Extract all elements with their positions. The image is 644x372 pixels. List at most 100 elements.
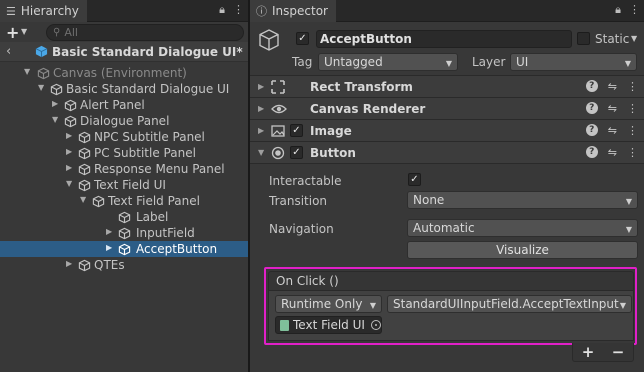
component-rect-transform[interactable]: ▶ Rect Transform ? ⇋ ⋮: [250, 76, 644, 98]
search-input[interactable]: ⚲ All: [46, 24, 244, 41]
target-object-value: Text Field UI: [293, 318, 365, 332]
active-checkbox[interactable]: ✓: [296, 32, 309, 45]
tree-item-label: AcceptButton: [136, 242, 218, 256]
lock-icon[interactable]: 🔒︎: [219, 3, 225, 17]
expand-arrow-icon[interactable]: ▼: [38, 83, 48, 92]
expand-arrow-icon[interactable]: ▼: [24, 67, 34, 76]
tree-item-inputfield[interactable]: ▶ InputField: [0, 225, 248, 241]
component-label: Canvas Renderer: [310, 102, 426, 116]
collapse-arrow-icon[interactable]: ▶: [106, 227, 116, 236]
add-listener-button[interactable]: +: [582, 343, 595, 361]
kebab-menu-icon[interactable]: ⋮: [627, 80, 638, 93]
kebab-menu-icon[interactable]: ⋮: [627, 102, 638, 115]
hierarchy-tab-tools: 🔒︎ ⋮: [219, 3, 244, 17]
component-label: Button: [310, 146, 356, 160]
add-object-icon[interactable]: +: [6, 23, 19, 42]
component-label: Image: [310, 124, 352, 138]
tree-item-basic-standard-dialogue-ui[interactable]: ▼ Basic Standard Dialogue UI: [0, 81, 248, 97]
function-dropdown[interactable]: StandardUIInputField.AcceptTextInput ▼: [387, 295, 632, 313]
expand-arrow-icon[interactable]: ▼: [80, 195, 90, 204]
chevron-down-icon[interactable]: ▼: [21, 27, 27, 36]
tree-item-dialogue-panel[interactable]: ▼ Dialogue Panel: [0, 113, 248, 129]
inspector-tab-tools: 🔒︎ ⋮: [615, 3, 640, 17]
inspector-panel: ⓘ Inspector 🔒︎ ⋮ ✓ AcceptButton Static ▼…: [250, 0, 644, 372]
collapse-arrow-icon[interactable]: ▶: [106, 243, 116, 252]
tree-item-qtes[interactable]: ▶ QTEs: [0, 257, 248, 273]
kebab-menu-icon[interactable]: ⋮: [627, 124, 638, 137]
collapse-arrow-icon[interactable]: ▶: [258, 82, 264, 91]
static-checkbox[interactable]: [577, 32, 590, 45]
onclick-add-remove: + −: [572, 343, 634, 362]
kebab-menu-icon[interactable]: ⋮: [629, 3, 640, 17]
tree-item-text-field-ui[interactable]: ▼ Text Field UI: [0, 177, 248, 193]
component-button[interactable]: ▼ ✓ Button ? ⇋ ⋮: [250, 142, 644, 164]
tab-hierarchy-label: Hierarchy: [20, 4, 79, 18]
component-image[interactable]: ▶ ✓ Image ? ⇋ ⋮: [250, 120, 644, 142]
tree-item-pc-subtitle-panel[interactable]: ▶ PC Subtitle Panel: [0, 145, 248, 161]
object-name-field[interactable]: AcceptButton: [316, 30, 572, 48]
preset-sliders-icon[interactable]: ⇋: [608, 102, 617, 115]
chevron-down-icon[interactable]: ▼: [631, 34, 637, 43]
tree-item-label: Text Field Panel: [108, 194, 200, 208]
tree-item-alert-panel[interactable]: ▶ Alert Panel: [0, 97, 248, 113]
tag-label: Tag: [292, 55, 313, 69]
remove-listener-button[interactable]: −: [612, 343, 625, 361]
visualize-button[interactable]: Visualize: [407, 241, 638, 259]
eye-icon: [271, 102, 287, 119]
gameobject-cube-icon: [78, 259, 91, 275]
tree-item-acceptbutton[interactable]: ▶ AcceptButton: [0, 241, 248, 257]
layer-label: Layer: [472, 55, 506, 69]
tree-item-npc-subtitle-panel[interactable]: ▶ NPC Subtitle Panel: [0, 129, 248, 145]
tree-item-label-text: Label: [136, 210, 169, 224]
expand-arrow-icon[interactable]: ▼: [66, 179, 76, 188]
preset-sliders-icon[interactable]: ⇋: [608, 80, 617, 93]
kebab-menu-icon[interactable]: ⋮: [233, 3, 244, 17]
target-object-field[interactable]: Text Field UI: [275, 316, 382, 334]
expand-arrow-icon[interactable]: ▼: [258, 148, 264, 157]
tree-item-response-menu-panel[interactable]: ▶ Response Menu Panel: [0, 161, 248, 177]
help-icon[interactable]: ?: [585, 102, 598, 114]
transition-label: Transition: [269, 194, 328, 208]
collapse-arrow-icon[interactable]: ▶: [66, 163, 76, 172]
chevron-down-icon: ▼: [624, 59, 631, 68]
collapse-arrow-icon[interactable]: ▶: [66, 147, 76, 156]
collapse-arrow-icon[interactable]: ▶: [258, 104, 264, 113]
preset-sliders-icon[interactable]: ⇋: [608, 124, 617, 137]
tree-item-label: Alert Panel: [80, 98, 145, 112]
scene-header[interactable]: ‹ Basic Standard Dialogue UI*: [0, 42, 248, 62]
tag-value: Untagged: [324, 55, 383, 69]
transition-value: None: [413, 193, 445, 207]
layer-dropdown[interactable]: UI ▼: [510, 53, 637, 71]
component-canvas-renderer[interactable]: ▶ Canvas Renderer ? ⇋ ⋮: [250, 98, 644, 120]
help-icon[interactable]: ?: [585, 124, 598, 136]
collapse-arrow-icon[interactable]: ▶: [258, 126, 264, 135]
tree-item-label[interactable]: Label: [0, 209, 248, 225]
tab-hierarchy[interactable]: ☰ Hierarchy: [0, 0, 87, 22]
onclick-header: On Click (): [268, 271, 634, 291]
tree-item-label: Dialogue Panel: [80, 114, 170, 128]
preset-sliders-icon[interactable]: ⇋: [608, 146, 617, 159]
help-icon[interactable]: ?: [585, 146, 598, 158]
button-enabled-checkbox[interactable]: ✓: [290, 146, 303, 159]
tree-item-canvas-environment[interactable]: ▼ Canvas (Environment): [0, 65, 248, 81]
transition-dropdown[interactable]: None ▼: [407, 191, 638, 209]
object-picker-icon[interactable]: [370, 320, 381, 330]
help-icon[interactable]: ?: [585, 80, 598, 92]
interactable-checkbox[interactable]: ✓: [408, 173, 421, 186]
runtime-dropdown[interactable]: Runtime Only ▼: [275, 295, 382, 313]
component-tools: ? ⇋ ⋮: [585, 80, 638, 93]
expand-arrow-icon[interactable]: ▼: [52, 115, 62, 124]
tab-inspector[interactable]: ⓘ Inspector: [250, 0, 336, 22]
layer-value: UI: [516, 55, 529, 69]
collapse-arrow-icon[interactable]: ▶: [66, 259, 76, 268]
navigation-dropdown[interactable]: Automatic ▼: [407, 219, 638, 237]
script-file-icon: [280, 319, 289, 331]
lock-icon[interactable]: 🔒︎: [615, 3, 621, 17]
collapse-arrow-icon[interactable]: ▶: [52, 99, 62, 108]
back-arrow-icon[interactable]: ‹: [6, 44, 11, 59]
image-enabled-checkbox[interactable]: ✓: [290, 124, 303, 137]
tree-item-text-field-panel[interactable]: ▼ Text Field Panel: [0, 193, 248, 209]
tag-dropdown[interactable]: Untagged ▼: [318, 53, 458, 71]
kebab-menu-icon[interactable]: ⋮: [627, 146, 638, 159]
collapse-arrow-icon[interactable]: ▶: [66, 131, 76, 140]
